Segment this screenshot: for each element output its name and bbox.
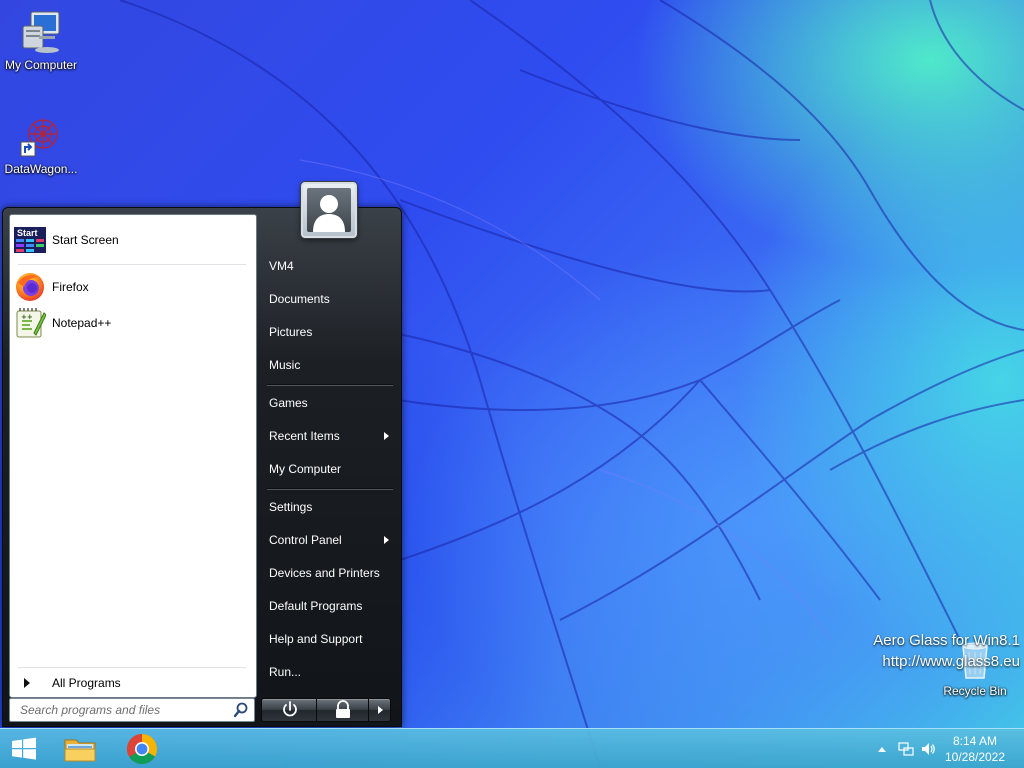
user-silhouette-icon [307,188,351,232]
menu-item-recent-items[interactable]: Recent Items [265,421,393,451]
svg-text:++: ++ [21,313,33,321]
menu-item-help-and-support[interactable]: Help and Support [265,624,393,654]
chevron-right-icon [378,706,383,714]
expand-arrow-icon [24,678,30,688]
show-hidden-icons-icon[interactable] [874,741,890,757]
folder-icon [64,739,96,762]
search-input[interactable] [20,703,232,717]
menu-item-vm4[interactable]: VM4 [265,251,393,281]
menu-item-label: VM4 [269,259,294,273]
programs-separator [18,264,246,265]
submenu-arrow-icon [384,432,389,440]
menu-separator [267,384,393,386]
menu-item-music[interactable]: Music [265,350,393,380]
clock-time: 8:14 AM [952,734,998,748]
program-label: Notepad++ [52,316,112,330]
lock-button[interactable] [317,698,369,722]
menu-item-settings[interactable]: Settings [265,492,393,522]
menu-item-default-programs[interactable]: Default Programs [265,591,393,621]
watermark-line-1: Aero Glass for Win8.1 [873,632,1020,649]
clock-date: 10/28/2022 [944,750,1006,764]
notepadpp-icon: ++ [14,307,47,339]
program-label: Firefox [52,280,89,294]
start-screen-icon: Start [14,224,46,256]
power-icon [283,701,297,717]
program-firefox[interactable]: Firefox [14,270,252,304]
all-programs-button[interactable]: All Programs [20,671,248,695]
submenu-arrow-icon [384,536,389,544]
firefox-icon [14,271,46,303]
aero-glass-watermark: Aero Glass for Win8.1 http://www.glass8.… [873,630,1020,672]
chrome-icon [126,734,158,765]
program-start-screen[interactable]: Start Start Screen [14,223,252,257]
start-menu: Start Start Screen Firefox ++ Notepad++ … [2,182,402,727]
user-avatar[interactable] [301,182,357,238]
taskbar: 8:14 AM 10/28/2022 [0,728,1024,768]
desktop-icon-label: DataWagon... [4,162,78,176]
search-box[interactable] [9,698,255,722]
taskbar-chrome[interactable] [120,731,164,767]
menu-item-label: Recent Items [269,429,340,443]
desktop-icon-my-computer[interactable]: My Computer [0,8,82,72]
watermark-line-2: http://www.glass8.eu [882,653,1020,670]
search-icon[interactable] [232,701,250,719]
desktop-icon-label: Recycle Bin [943,684,1007,698]
network-icon[interactable] [898,741,914,757]
volume-icon[interactable] [920,741,936,757]
all-programs-label: All Programs [52,676,121,690]
all-programs-separator [18,667,246,668]
desktop-icon-datawagon[interactable]: DataWagon... [0,112,82,176]
windows-logo-icon [12,737,36,760]
program-notepadpp[interactable]: ++ Notepad++ [14,306,252,340]
datawagon-shortcut-icon [17,112,65,160]
menu-item-label: Pictures [269,325,313,339]
menu-item-control-panel[interactable]: Control Panel [265,525,393,555]
menu-item-label: Devices and Printers [269,566,380,580]
menu-item-label: Music [269,358,301,372]
menu-item-label: Help and Support [269,632,363,646]
menu-item-devices-and-printers[interactable]: Devices and Printers [265,558,393,588]
menu-item-games[interactable]: Games [265,388,393,418]
menu-item-label: Documents [269,292,330,306]
menu-separator [267,488,393,490]
lock-icon [336,700,350,718]
menu-item-label: Run... [269,665,302,679]
power-options-button[interactable] [369,698,391,722]
programs-pane: Start Start Screen Firefox ++ Notepad++ … [9,214,257,698]
menu-item-documents[interactable]: Documents [265,284,393,314]
power-controls [261,698,391,722]
taskbar-file-explorer[interactable] [58,731,102,767]
menu-item-label: My Computer [269,462,342,476]
start-button[interactable] [2,731,46,767]
program-label: Start Screen [52,233,119,247]
start-screen-tile-text: Start [17,228,38,238]
menu-item-label: Control Panel [269,533,342,547]
taskbar-clock[interactable]: 8:14 AM 10/28/2022 [940,733,1010,765]
menu-item-pictures[interactable]: Pictures [265,317,393,347]
menu-item-run[interactable]: Run... [265,657,393,687]
desktop-icon-label: My Computer [4,58,78,72]
menu-item-label: Default Programs [269,599,363,613]
menu-item-label: Settings [269,500,313,514]
menu-item-label: Games [269,396,308,410]
computer-icon [17,8,65,56]
shutdown-button[interactable] [261,698,317,722]
menu-item-my-computer[interactable]: My Computer [265,454,393,484]
